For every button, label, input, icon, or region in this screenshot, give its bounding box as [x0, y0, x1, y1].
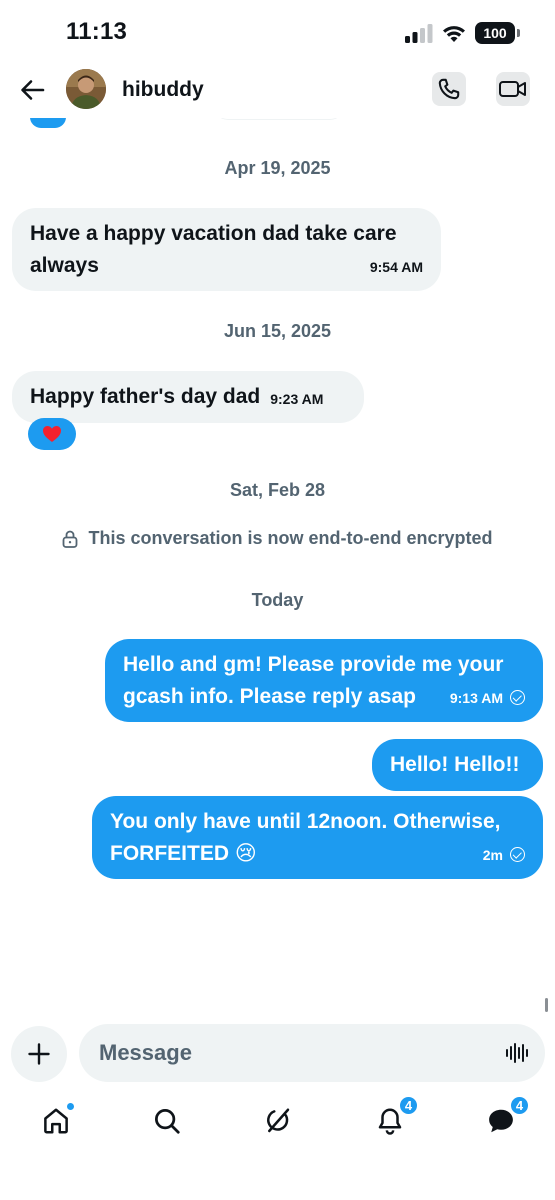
- message-thread[interactable]: Apr 19, 2025 Have a happy vacation dad t…: [0, 118, 555, 1018]
- grok-icon: [267, 1108, 290, 1133]
- home-icon: [44, 1108, 68, 1134]
- message-text: Hello! Hello!!: [390, 753, 520, 776]
- outgoing-message[interactable]: Hello and gm! Please provide me your gca…: [105, 639, 543, 722]
- battery-level: 100: [483, 25, 507, 41]
- nav-home[interactable]: [39, 1102, 75, 1138]
- status-time: 11:13: [66, 18, 128, 45]
- signal-icon: [405, 24, 433, 43]
- encryption-text: This conversation is now end-to-end encr…: [88, 528, 493, 548]
- wifi-icon: [443, 26, 465, 42]
- previous-message-edge: [214, 118, 344, 120]
- add-attachment-button[interactable]: [11, 1026, 67, 1082]
- incoming-message[interactable]: Have a happy vacation dad take care alwa…: [12, 208, 441, 291]
- message-time: 9:23 AM: [270, 391, 324, 407]
- notifications-badge: 4: [398, 1095, 419, 1116]
- status-icons: 100: [405, 20, 520, 46]
- contact-name[interactable]: hibuddy: [122, 78, 204, 102]
- avatar-image: [66, 69, 106, 109]
- avatar[interactable]: [66, 69, 106, 109]
- message-time-status: 2m: [483, 839, 525, 871]
- message-time: 9:54 AM: [369, 259, 423, 275]
- home-unread-dot: [66, 1102, 75, 1111]
- message-input-container[interactable]: [79, 1024, 545, 1082]
- back-arrow-icon: [21, 80, 45, 100]
- video-call-button[interactable]: [496, 72, 530, 106]
- nav-messages[interactable]: 4: [484, 1095, 530, 1138]
- date-separator: Apr 19, 2025: [224, 158, 331, 178]
- message-text: Have a happy vacation dad take care: [30, 222, 397, 245]
- lock-icon: [63, 530, 78, 548]
- incoming-message[interactable]: Happy father's day dad 9:23 AM: [12, 371, 364, 423]
- outgoing-message[interactable]: Hello! Hello!!: [372, 739, 543, 791]
- voice-message-icon[interactable]: [505, 1041, 529, 1065]
- message-text: FORFEITED 😢: [110, 842, 257, 865]
- nav-grok[interactable]: [261, 1104, 295, 1138]
- encryption-notice: This conversation is now end-to-end encr…: [0, 528, 555, 549]
- message-text: Hello and gm! Please provide me your: [123, 653, 504, 676]
- outgoing-message[interactable]: You only have until 12noon. Otherwise, F…: [92, 796, 543, 879]
- message-time: 2m: [482, 847, 503, 863]
- phone-icon: [438, 78, 460, 100]
- conversation-header: hibuddy: [0, 62, 555, 118]
- home-indicator-area: [0, 1185, 555, 1200]
- heart-icon: [43, 426, 61, 442]
- nav-search[interactable]: [150, 1104, 184, 1138]
- back-button[interactable]: [16, 74, 48, 106]
- scrollbar[interactable]: [545, 998, 548, 1012]
- message-composer: [0, 1024, 555, 1084]
- video-camera-icon: [499, 81, 526, 97]
- bottom-navigation: 4 4: [0, 1094, 555, 1154]
- date-separator: Sat, Feb 28: [229, 480, 326, 500]
- messages-badge: 4: [509, 1095, 530, 1116]
- previous-reaction: [30, 118, 66, 128]
- message-time: 9:13 AM: [449, 690, 503, 706]
- date-separator: Jun 15, 2025: [223, 321, 332, 341]
- heart-reaction[interactable]: [28, 418, 76, 450]
- message-text: always: [30, 254, 99, 277]
- message-text: Happy father's day dad: [30, 385, 261, 408]
- message-time-status: 9:13 AM: [450, 682, 525, 714]
- call-button[interactable]: [432, 72, 466, 106]
- date-separator: Today: [251, 590, 304, 610]
- nav-notifications[interactable]: 4: [373, 1095, 419, 1138]
- message-text: You only have until 12noon. Otherwise,: [110, 810, 501, 833]
- battery-icon: 100: [475, 22, 520, 44]
- seen-check-icon: [510, 847, 525, 862]
- message-text: gcash info. Please reply asap: [123, 685, 416, 708]
- plus-icon: [28, 1043, 50, 1065]
- search-icon: [155, 1109, 180, 1134]
- message-input[interactable]: [99, 1024, 479, 1082]
- seen-check-icon: [510, 690, 525, 705]
- status-bar: 11:13 100: [0, 0, 555, 62]
